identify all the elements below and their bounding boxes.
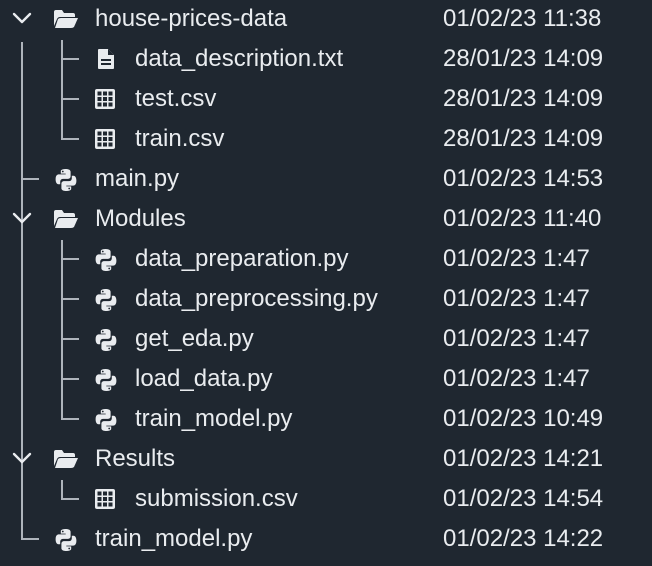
modified-date: 01/02/23 10:49 (443, 405, 604, 432)
tree-row-train-model-py[interactable]: train_model.py 01/02/23 14:22 (0, 519, 652, 559)
tree-row-main-py[interactable]: main.py 01/02/23 14:53 (0, 159, 652, 199)
table-icon (94, 128, 118, 150)
tree-item-name: test.csv (135, 85, 217, 112)
modified-date: 28/01/23 14:09 (443, 45, 604, 72)
tree-row-submission-csv[interactable]: submission.csv 01/02/23 14:54 (0, 479, 652, 519)
folder-open-icon (53, 8, 78, 30)
modified-date: 01/02/23 14:22 (443, 525, 604, 552)
chevron-down-icon[interactable] (12, 0, 32, 39)
tree-row-load-data-py[interactable]: load_data.py 01/02/23 1:47 (0, 359, 652, 399)
modified-date: 01/02/23 14:53 (443, 165, 604, 192)
tree-item-name: train_model.py (95, 525, 253, 552)
tree-row-modules-train-model-py[interactable]: train_model.py 01/02/23 10:49 (0, 399, 652, 439)
tree-item-name: train_model.py (135, 405, 293, 432)
python-icon (94, 248, 118, 271)
tree-row-house-prices-data[interactable]: house-prices-data 01/02/23 11:38 (0, 0, 652, 39)
tree-row-data-preparation-py[interactable]: data_preparation.py 01/02/23 1:47 (0, 239, 652, 279)
tree-item-name: load_data.py (135, 365, 273, 392)
folder-open-icon (53, 208, 78, 230)
modified-date: 28/01/23 14:09 (443, 85, 604, 112)
tree-row-train-csv[interactable]: train.csv 28/01/23 14:09 (0, 119, 652, 159)
tree-item-name: house-prices-data (95, 5, 288, 32)
tree-row-get-eda-py[interactable]: get_eda.py 01/02/23 1:47 (0, 319, 652, 359)
table-icon (94, 88, 118, 110)
python-icon (94, 408, 118, 431)
modified-date: 01/02/23 1:47 (443, 285, 590, 312)
modified-date: 01/02/23 11:40 (443, 205, 602, 232)
modified-date: 01/02/23 11:38 (443, 5, 602, 32)
modified-date: 01/02/23 1:47 (443, 245, 590, 272)
python-icon (54, 168, 78, 191)
tree-row-results[interactable]: Results 01/02/23 14:21 (0, 439, 652, 479)
table-icon (94, 488, 118, 510)
tree-item-name: main.py (95, 165, 180, 192)
tree-row-test-csv[interactable]: test.csv 28/01/23 14:09 (0, 79, 652, 119)
python-icon (94, 288, 118, 311)
modified-date: 01/02/23 14:54 (443, 485, 604, 512)
modified-date: 01/02/23 1:47 (443, 325, 590, 352)
python-icon (94, 328, 118, 351)
tree-item-name: data_preprocessing.py (135, 285, 378, 312)
tree-row-modules[interactable]: Modules 01/02/23 11:40 (0, 199, 652, 239)
folder-open-icon (53, 448, 78, 470)
tree-item-name: Modules (95, 205, 186, 232)
tree-item-name: submission.csv (135, 485, 298, 512)
modified-date: 01/02/23 14:21 (443, 445, 604, 472)
modified-date: 01/02/23 1:47 (443, 365, 590, 392)
chevron-down-icon[interactable] (12, 199, 32, 239)
tree-item-name: data_description.txt (135, 45, 344, 72)
tree-item-name: Results (95, 445, 176, 472)
python-icon (54, 528, 78, 551)
chevron-down-icon[interactable] (12, 439, 32, 479)
python-icon (94, 368, 118, 391)
tree-row-data-preprocessing-py[interactable]: data_preprocessing.py 01/02/23 1:47 (0, 279, 652, 319)
tree-row-data-description-txt[interactable]: data_description.txt 28/01/23 14:09 (0, 39, 652, 79)
file-tree: house-prices-data 01/02/23 11:38 data_de… (0, 0, 652, 566)
tree-item-name: get_eda.py (135, 325, 254, 352)
tree-item-name: data_preparation.py (135, 245, 349, 272)
text-file-icon (95, 48, 119, 70)
modified-date: 28/01/23 14:09 (443, 125, 604, 152)
tree-item-name: train.csv (135, 125, 225, 152)
